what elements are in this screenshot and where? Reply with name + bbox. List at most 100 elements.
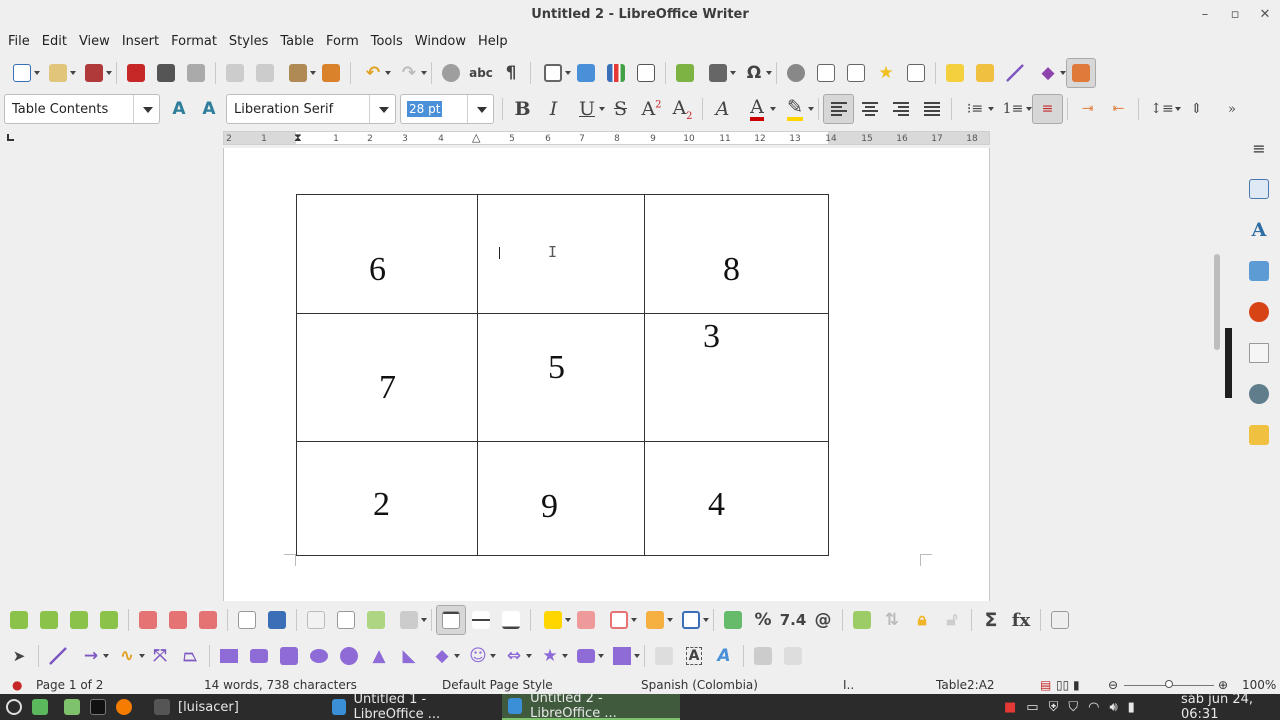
update-style-button[interactable]: A (164, 94, 194, 124)
no-list-button[interactable]: ≡ (1032, 94, 1063, 124)
delete-rows-button[interactable] (133, 605, 163, 635)
number-format-currency-button[interactable] (718, 605, 748, 635)
vertical-scrollbar[interactable] (1214, 254, 1220, 350)
undo-button[interactable]: ↶ (355, 58, 391, 88)
select-table-button[interactable] (262, 605, 292, 635)
paste-button[interactable] (280, 58, 316, 88)
sidebar-collapse-handle[interactable] (1225, 328, 1232, 398)
print-preview-button[interactable] (181, 58, 211, 88)
menu-form[interactable]: Form (320, 30, 365, 54)
menu-view[interactable]: View (73, 30, 116, 54)
insert-rows-below-button[interactable] (34, 605, 64, 635)
highlight-color-button[interactable]: ✎ (776, 94, 814, 124)
insert-columns-before-button[interactable] (64, 605, 94, 635)
stars-tool-button[interactable]: ★ (532, 641, 568, 671)
page-number-status[interactable]: Page 1 of 2 (36, 678, 103, 692)
horizontal-ruler[interactable]: 2 1 1 2 3 4 5 6 7 8 9 10 11 12 13 14 15 … (223, 131, 990, 145)
chevron-down-icon[interactable] (369, 95, 395, 123)
clone-formatting-button[interactable] (316, 58, 346, 88)
justify-button[interactable] (916, 94, 947, 124)
align-center-button[interactable] (854, 94, 885, 124)
sidebar-navigator-button[interactable] (1243, 296, 1275, 328)
language-status[interactable]: Spanish (Colombia) (641, 678, 758, 692)
menu-file[interactable]: File (2, 30, 36, 54)
terminal-launcher[interactable] (90, 694, 114, 720)
table-properties-button[interactable] (1045, 605, 1075, 635)
clock[interactable]: sáb jun 24, 06:31 (1181, 692, 1280, 720)
chevron-down-icon[interactable] (467, 95, 493, 123)
increase-indent-button[interactable]: ⇥ (1072, 94, 1103, 124)
files-launcher[interactable] (64, 694, 88, 720)
find-replace-button[interactable] (436, 58, 466, 88)
number-format-percent-button[interactable]: % (748, 605, 778, 635)
toolbar-overflow-button[interactable]: » (1220, 94, 1244, 124)
column-marker-icon[interactable]: △ (472, 131, 480, 144)
subscript-button[interactable]: A2 (667, 94, 698, 124)
firefox-launcher[interactable] (116, 694, 140, 720)
merge-cells-button[interactable] (301, 605, 331, 635)
maximize-button[interactable]: ▫ (1220, 0, 1250, 30)
borders-button[interactable] (601, 605, 637, 635)
menu-insert[interactable]: Insert (116, 30, 165, 54)
close-button[interactable]: ✕ (1250, 0, 1280, 30)
strikethrough-button[interactable]: S (605, 94, 636, 124)
insert-cross-reference-button[interactable] (901, 58, 931, 88)
menu-help[interactable]: Help (472, 30, 514, 54)
insert-line-button[interactable] (1000, 58, 1030, 88)
zoom-out-icon[interactable]: ⊖ (1108, 678, 1118, 692)
taskbar-item-terminal[interactable]: [luisacer] (148, 694, 245, 720)
insert-text-box-tool-button[interactable]: A (679, 641, 709, 671)
table-cell-background-button[interactable] (535, 605, 571, 635)
split-cells-button[interactable] (331, 605, 361, 635)
ordered-list-button[interactable]: 1≡ (994, 94, 1032, 124)
track-changes-button[interactable] (970, 58, 1000, 88)
decrease-indent-button[interactable]: ⇤ (1103, 94, 1134, 124)
fontwork-tool-button[interactable]: A (709, 641, 739, 671)
view-layout-icon[interactable]: ▯▯ ▮ (1056, 678, 1080, 692)
curve-tool-button[interactable]: ∿ (109, 641, 145, 671)
insert-formula-button[interactable]: fx (1006, 605, 1036, 635)
menu-tools[interactable]: Tools (365, 30, 409, 54)
basic-shapes-button[interactable]: ◆ (1030, 58, 1066, 88)
menu-table[interactable]: Table (274, 30, 320, 54)
circle-tool-button[interactable] (334, 641, 364, 671)
triangle-tool-button[interactable]: ▲ (364, 641, 394, 671)
indent-marker-icon[interactable]: ⧗ (294, 131, 302, 145)
align-left-button[interactable] (823, 94, 854, 124)
start-menu-button[interactable] (6, 694, 22, 720)
align-right-button[interactable] (885, 94, 916, 124)
block-arrows-tool-button[interactable]: ⇔ (496, 641, 532, 671)
spelling-button[interactable]: abc (466, 58, 496, 88)
square-tool-button[interactable] (274, 641, 304, 671)
flowchart-tool-button[interactable] (604, 641, 640, 671)
number-format-decimal-button[interactable]: 7.4 (778, 605, 808, 635)
sidebar-manage-changes-button[interactable] (1243, 419, 1275, 451)
table-cell[interactable]: 9 (477, 441, 645, 556)
table-cell[interactable]: 8 (644, 194, 829, 314)
right-triangle-tool-button[interactable]: ◣ (394, 641, 424, 671)
italic-button[interactable]: I (538, 94, 569, 124)
superscript-button[interactable]: A2 (636, 94, 667, 124)
table-cell[interactable]: 7 (296, 313, 478, 442)
draw-functions-button[interactable] (1066, 58, 1096, 88)
insert-footnote-button[interactable] (811, 58, 841, 88)
minimize-button[interactable]: – (1190, 0, 1220, 30)
sidebar-page-button[interactable] (1243, 337, 1275, 369)
callouts-tool-button[interactable] (568, 641, 604, 671)
delete-columns-button[interactable] (163, 605, 193, 635)
update-manager-icon[interactable]: ⛨ (1049, 700, 1059, 715)
chevron-down-icon[interactable] (133, 95, 159, 123)
split-table-button[interactable] (361, 605, 391, 635)
table-cell[interactable]: 5 (477, 313, 645, 442)
insert-field-button[interactable] (700, 58, 736, 88)
sidebar-properties-button[interactable] (1243, 173, 1275, 205)
sort-button[interactable]: ⇅ (877, 605, 907, 635)
volume-icon[interactable]: 🔊︎ (1109, 700, 1117, 715)
insert-hyperlink-button[interactable] (781, 58, 811, 88)
table-cell[interactable]: 2 (296, 441, 478, 556)
document-area[interactable]: 6 I 8 7 5 3 2 9 4 (0, 148, 1225, 601)
sum-button[interactable]: Σ (976, 605, 1006, 635)
line-tool-button[interactable] (43, 641, 73, 671)
select-cell-button[interactable] (232, 605, 262, 635)
font-name-combo[interactable]: Liberation Serif (226, 94, 396, 124)
